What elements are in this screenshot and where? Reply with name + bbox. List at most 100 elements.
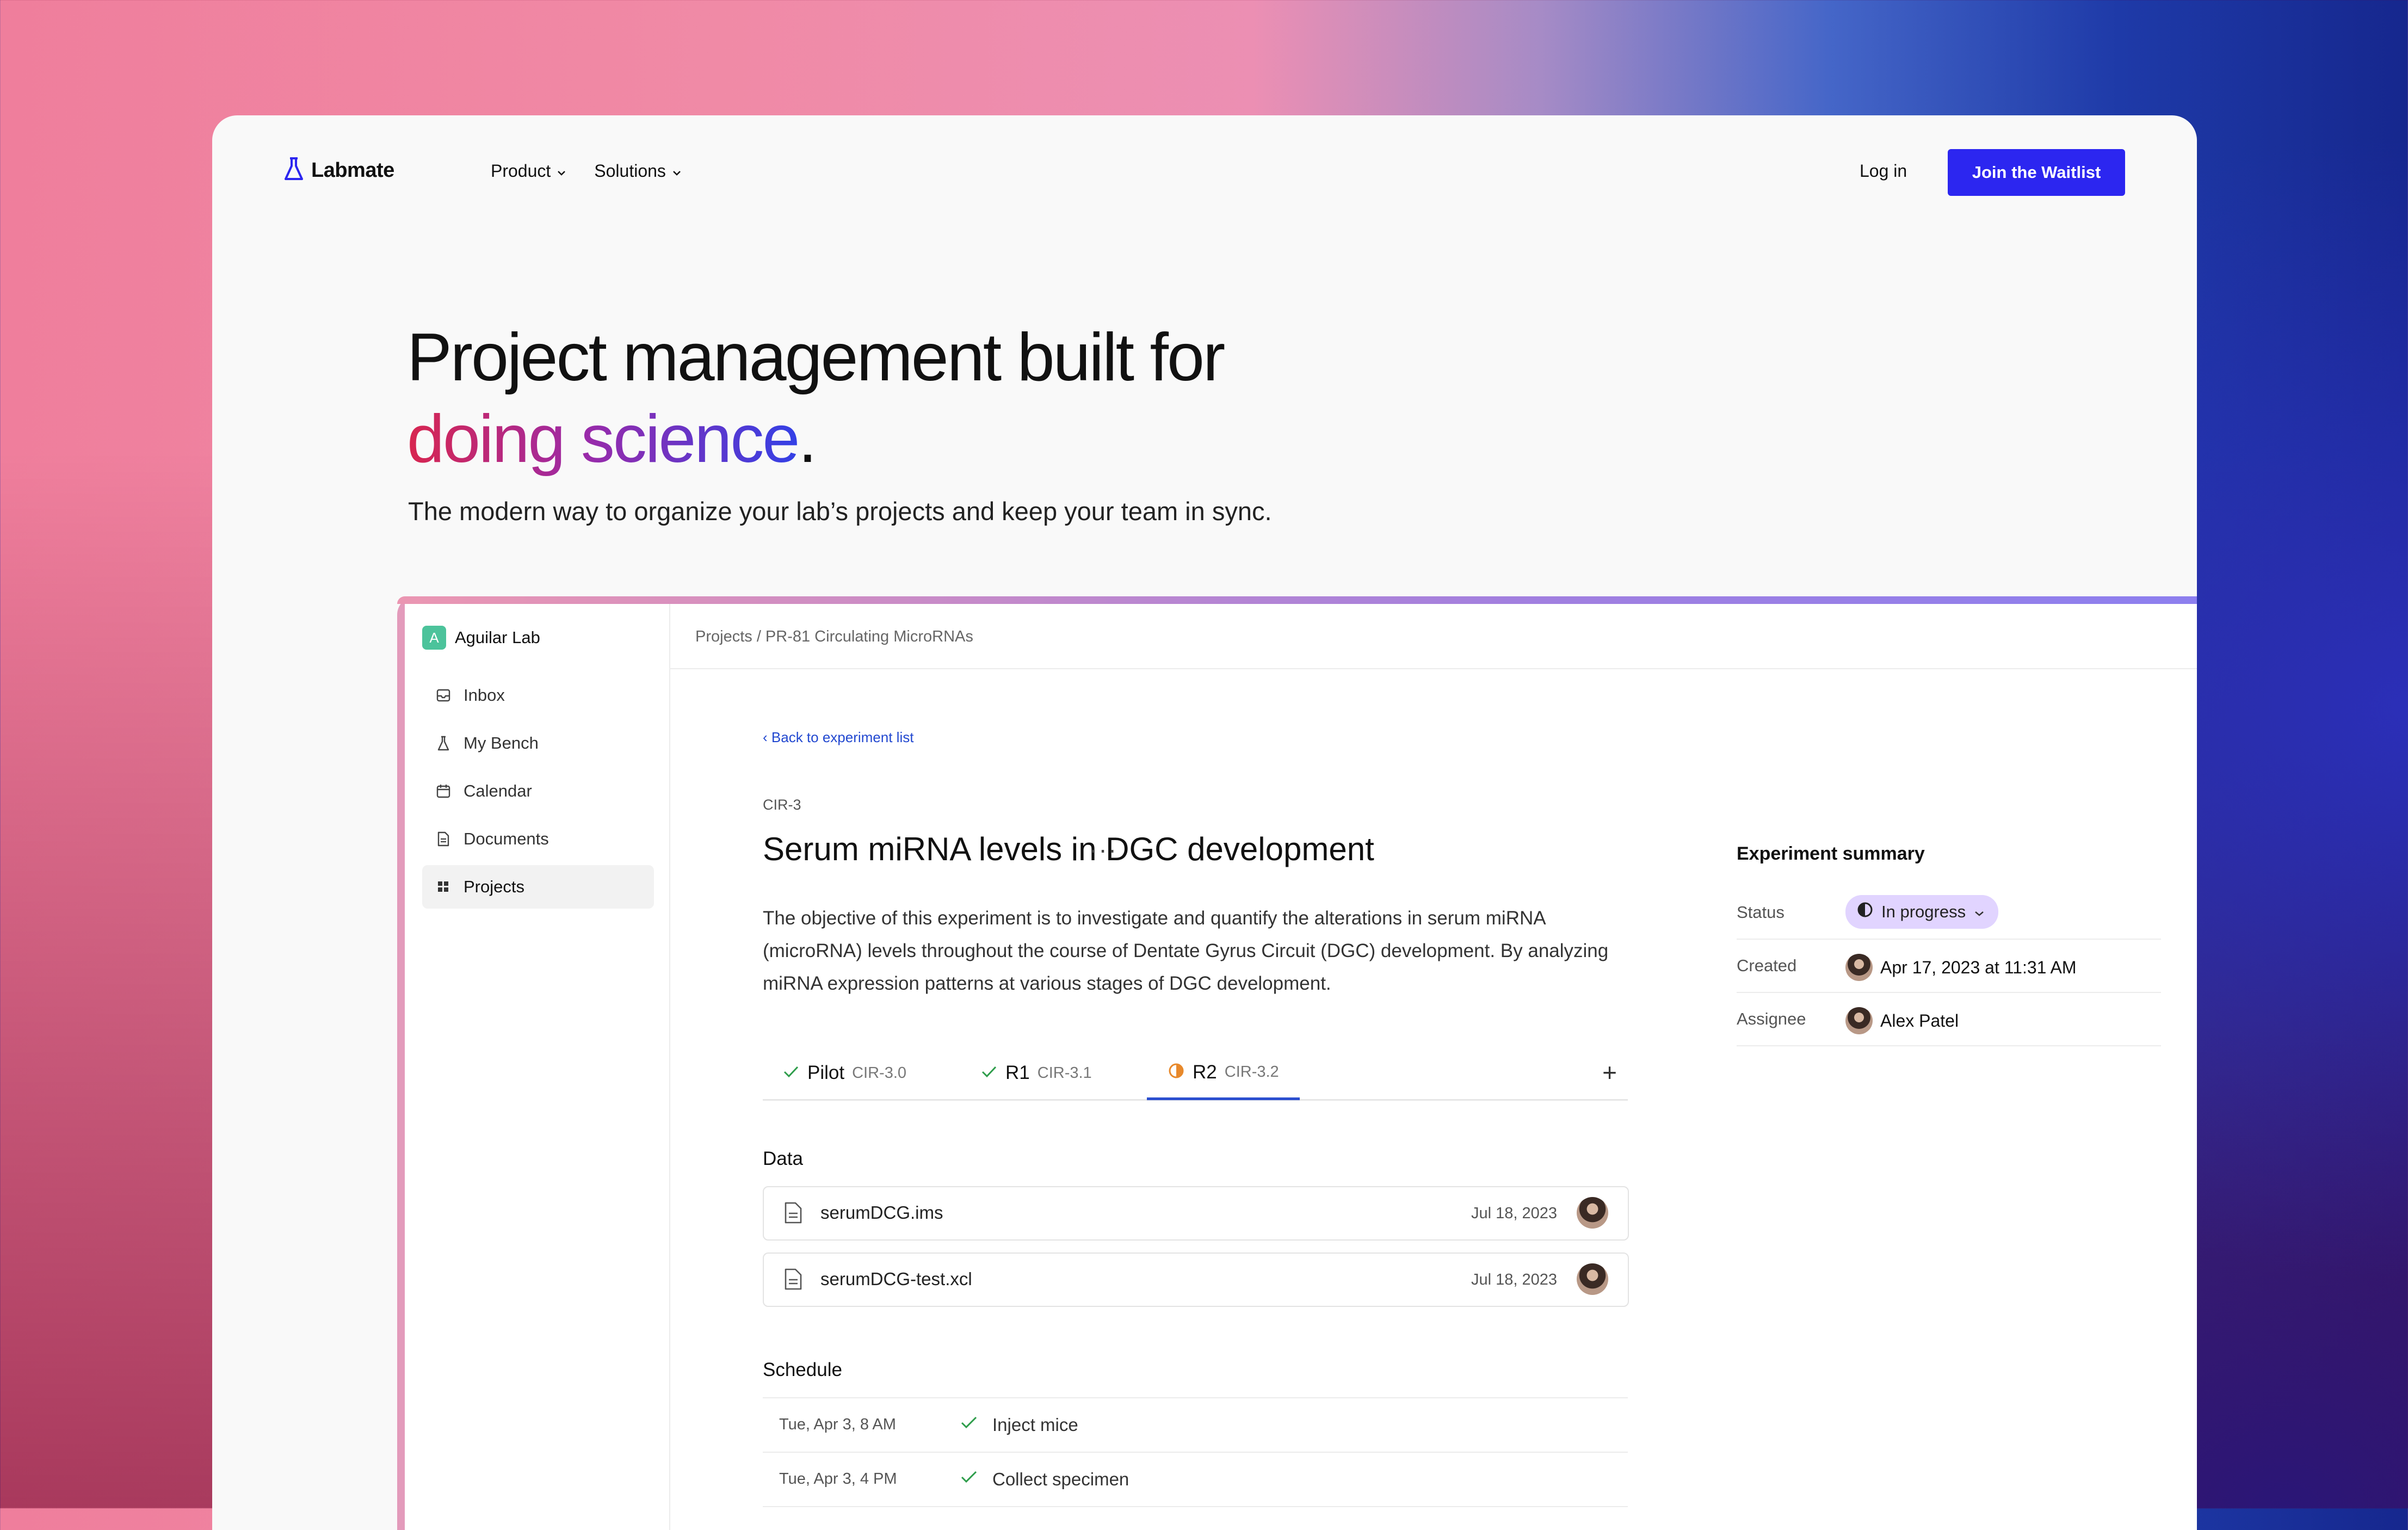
app-preview-window: A Aguilar Lab Inbox My Bench Calendar Do…: [397, 596, 2197, 1530]
sidebar-item-label: Documents: [464, 829, 549, 848]
experiment-title: Serum miRNA levels in DGC development: [763, 831, 1374, 867]
summary-heading: Experiment summary: [1737, 843, 1925, 864]
summary-assignee-row: Assignee Alex Patel: [1737, 993, 2161, 1046]
brand-name: Labmate: [311, 159, 394, 182]
top-navigation: Labmate Product Solutions Log in Join th…: [212, 115, 2197, 224]
sidebar-item-label: Inbox: [464, 686, 505, 705]
schedule-task: Collect specimen: [992, 1469, 1129, 1489]
sidebar-item-inbox[interactable]: Inbox: [422, 674, 654, 717]
status-label: In progress: [1881, 902, 1966, 921]
hero-title: Project management built for doing scienc…: [407, 317, 1225, 480]
back-to-list-link[interactable]: ‹ Back to experiment list: [763, 729, 913, 746]
tab-label: R1: [1005, 1062, 1030, 1083]
workspace-badge: A: [422, 626, 446, 650]
schedule-row[interactable]: Tue, Apr 3, 8 AM Inject mice: [763, 1397, 1628, 1452]
inbox-icon: [435, 687, 452, 704]
check-icon: [782, 1064, 800, 1082]
experiment-summary-panel: Experiment summary Status In progress Cr…: [1737, 843, 2161, 1046]
file-icon: [783, 1201, 803, 1227]
summary-created-row: Created Apr 17, 2023 at 11:31 AM: [1737, 940, 2161, 993]
check-icon: [980, 1064, 998, 1082]
file-date: Jul 18, 2023: [1471, 1271, 1557, 1288]
breadcrumb[interactable]: Projects / PR-81 Circulating MicroRNAs: [695, 628, 973, 646]
sidebar-item-calendar[interactable]: Calendar: [422, 769, 654, 813]
file-row[interactable]: serumDCG-test.xcl Jul 18, 2023: [763, 1253, 1629, 1307]
add-run-button[interactable]: +: [1602, 1058, 1617, 1087]
file-date: Jul 18, 2023: [1471, 1205, 1557, 1222]
login-link[interactable]: Log in: [1860, 161, 1907, 181]
file-row[interactable]: serumDCG.ims Jul 18, 2023: [763, 1186, 1629, 1241]
tab-label: Pilot: [807, 1062, 845, 1083]
avatar: [1577, 1263, 1608, 1295]
workspace-name: Aguilar Lab: [455, 628, 540, 647]
sidebar-item-label: Projects: [464, 877, 524, 896]
schedule-section-heading: Schedule: [763, 1359, 842, 1380]
file-name: serumDCG.ims: [820, 1202, 943, 1223]
sidebar-nav: Inbox My Bench Calendar Documents Projec…: [422, 674, 654, 913]
nav-product-label: Product: [491, 161, 551, 181]
hero-subtitle: The modern way to organize your lab’s pr…: [408, 497, 1272, 526]
chevron-down-icon: [1973, 902, 1985, 922]
hero-title-line1: Project management built for: [407, 320, 1225, 395]
chevron-left-icon: ‹: [763, 729, 771, 745]
tab-code: CIR-3.2: [1224, 1063, 1279, 1081]
nav-product-menu[interactable]: Product: [491, 161, 567, 181]
avatar: [1845, 954, 1873, 981]
avatar: [1845, 1007, 1873, 1034]
back-link-label: Back to experiment list: [771, 729, 914, 745]
app-topbar: Projects / PR-81 Circulating MicroRNAs: [670, 604, 2197, 669]
avatar: [1577, 1197, 1608, 1229]
flask-logo-icon: [283, 157, 305, 184]
hero-title-accent: doing science: [407, 402, 800, 477]
tab-r1[interactable]: R1 CIR-3.1: [980, 1047, 1092, 1099]
sidebar-item-my-bench[interactable]: My Bench: [422, 721, 654, 765]
file-icon: [783, 1268, 803, 1293]
data-section-heading: Data: [763, 1148, 803, 1169]
sidebar-item-projects[interactable]: Projects: [422, 865, 654, 909]
tab-label: R2: [1193, 1061, 1217, 1083]
run-tabs: Pilot CIR-3.0 R1 CIR-3.1 R2 CIR-3.2 +: [763, 1047, 1628, 1101]
tab-code: CIR-3.1: [1037, 1064, 1092, 1082]
tab-code: CIR-3.0: [852, 1064, 907, 1082]
workspace-switcher[interactable]: A Aguilar Lab: [422, 626, 540, 650]
sidebar-item-label: Calendar: [464, 781, 532, 800]
chevron-down-icon: [671, 161, 682, 181]
brand-logo[interactable]: Labmate: [283, 157, 394, 184]
schedule-row[interactable]: Tue, Apr 3, 4 PM Collect specimen: [763, 1452, 1628, 1507]
hero-title-period: .: [798, 402, 817, 477]
flask-icon: [435, 735, 452, 751]
experiment-id: CIR-3: [763, 797, 801, 813]
in-progress-icon: [1168, 1062, 1185, 1082]
nav-menu: Product Solutions: [491, 161, 682, 181]
schedule-time: Tue, Apr 3, 4 PM: [779, 1470, 897, 1488]
status-dropdown[interactable]: In progress: [1845, 895, 1999, 929]
sidebar-item-documents[interactable]: Documents: [422, 817, 654, 861]
file-name: serumDCG-test.xcl: [820, 1269, 972, 1289]
summary-key: Created: [1737, 956, 1797, 975]
schedule-time: Tue, Apr 3, 8 AM: [779, 1416, 896, 1433]
assignee-name: Alex Patel: [1880, 1010, 1959, 1031]
join-waitlist-button[interactable]: Join the Waitlist: [1948, 149, 2125, 196]
grid-icon: [435, 879, 452, 895]
check-icon: [960, 1415, 978, 1434]
sidebar-item-label: My Bench: [464, 733, 539, 752]
tab-r2[interactable]: R2 CIR-3.2: [1147, 1047, 1300, 1100]
check-icon: [960, 1469, 978, 1488]
app-sidebar: A Aguilar Lab Inbox My Bench Calendar Do…: [405, 604, 670, 1530]
landing-page-frame: Labmate Product Solutions Log in Join th…: [212, 115, 2197, 1530]
chevron-down-icon: [556, 161, 567, 181]
document-icon: [435, 831, 452, 847]
summary-key: Status: [1737, 903, 1785, 922]
summary-status-row: Status In progress: [1737, 886, 2161, 940]
summary-value[interactable]: Alex Patel: [1845, 1007, 1959, 1034]
summary-value: In progress: [1845, 895, 1999, 929]
schedule-task: Inject mice: [992, 1415, 1078, 1435]
tab-pilot[interactable]: Pilot CIR-3.0: [782, 1047, 906, 1099]
nav-solutions-menu[interactable]: Solutions: [594, 161, 682, 181]
experiment-description: The objective of this experiment is to i…: [763, 908, 1609, 994]
calendar-icon: [435, 783, 452, 799]
summary-value: Apr 17, 2023 at 11:31 AM: [1845, 954, 2077, 981]
in-progress-icon: [1856, 901, 1874, 923]
created-date: Apr 17, 2023 at 11:31 AM: [1880, 957, 2077, 977]
more-options-button[interactable]: ···: [1089, 835, 1117, 864]
